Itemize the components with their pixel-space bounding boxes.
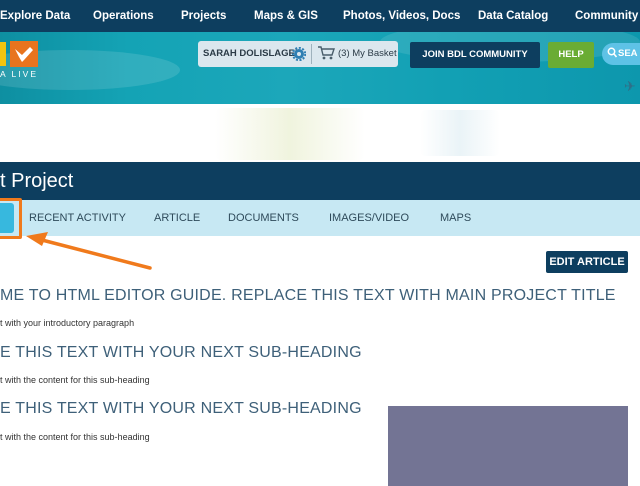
- tab-documents[interactable]: DOCUMENTS: [228, 200, 299, 236]
- edit-article-button[interactable]: EDIT ARTICLE: [546, 251, 628, 273]
- sub-heading: E THIS TEXT WITH YOUR NEXT SUB-HEADING: [0, 400, 362, 417]
- tab-article[interactable]: ARTICLE: [154, 200, 200, 236]
- tab-maps[interactable]: MAPS: [440, 200, 471, 236]
- sub-paragraph: t with the content for this sub-heading: [0, 432, 150, 442]
- sub-heading: E THIS TEXT WITH YOUR NEXT SUB-HEADING: [0, 344, 362, 361]
- page-title: t Project: [0, 170, 74, 192]
- tab-images-video[interactable]: IMAGES/VIDEO: [329, 200, 409, 236]
- nav-photos-videos-docs[interactable]: Photos, Videos, Docs: [343, 0, 460, 32]
- gear-icon[interactable]: [292, 47, 306, 61]
- basket-link[interactable]: (3) My Basket: [338, 41, 397, 67]
- project-title-bar: [0, 162, 640, 200]
- search-icon: [607, 47, 617, 58]
- top-nav: Explore Data Operations Projects Maps & …: [0, 0, 640, 32]
- nav-projects[interactable]: Projects: [181, 0, 226, 32]
- sub-paragraph: t with the content for this sub-heading: [0, 375, 150, 385]
- intro-paragraph: t with your introductory paragraph: [0, 318, 135, 328]
- logo-text: A LIVE: [0, 69, 38, 79]
- user-name[interactable]: SARAH DOLISLAGER: [203, 41, 302, 67]
- help-button[interactable]: HELP: [548, 42, 594, 68]
- nav-community[interactable]: Community: [575, 0, 638, 32]
- image-placeholder: [388, 406, 628, 486]
- bird-icon: ✈: [624, 78, 636, 94]
- background-image: [420, 110, 500, 156]
- arrow-icon: [26, 232, 152, 270]
- nav-operations[interactable]: Operations: [93, 0, 154, 32]
- main-heading: ME TO HTML EDITOR GUIDE. REPLACE THIS TE…: [0, 287, 616, 304]
- background-image: [215, 108, 365, 160]
- search-label: SEA: [618, 48, 638, 59]
- join-community-button[interactable]: JOIN BDL COMMUNITY: [410, 42, 540, 68]
- divider: [311, 44, 312, 64]
- logo-mark[interactable]: [10, 41, 38, 67]
- nav-data-catalog[interactable]: Data Catalog: [478, 0, 548, 32]
- basket-icon[interactable]: [317, 46, 335, 60]
- logo-mark-yellow: [0, 42, 6, 66]
- bird-icon: [15, 47, 33, 62]
- nav-maps-gis[interactable]: Maps & GIS: [254, 0, 318, 32]
- nav-explore-data[interactable]: Explore Data: [0, 0, 70, 32]
- highlight-box: [0, 198, 22, 239]
